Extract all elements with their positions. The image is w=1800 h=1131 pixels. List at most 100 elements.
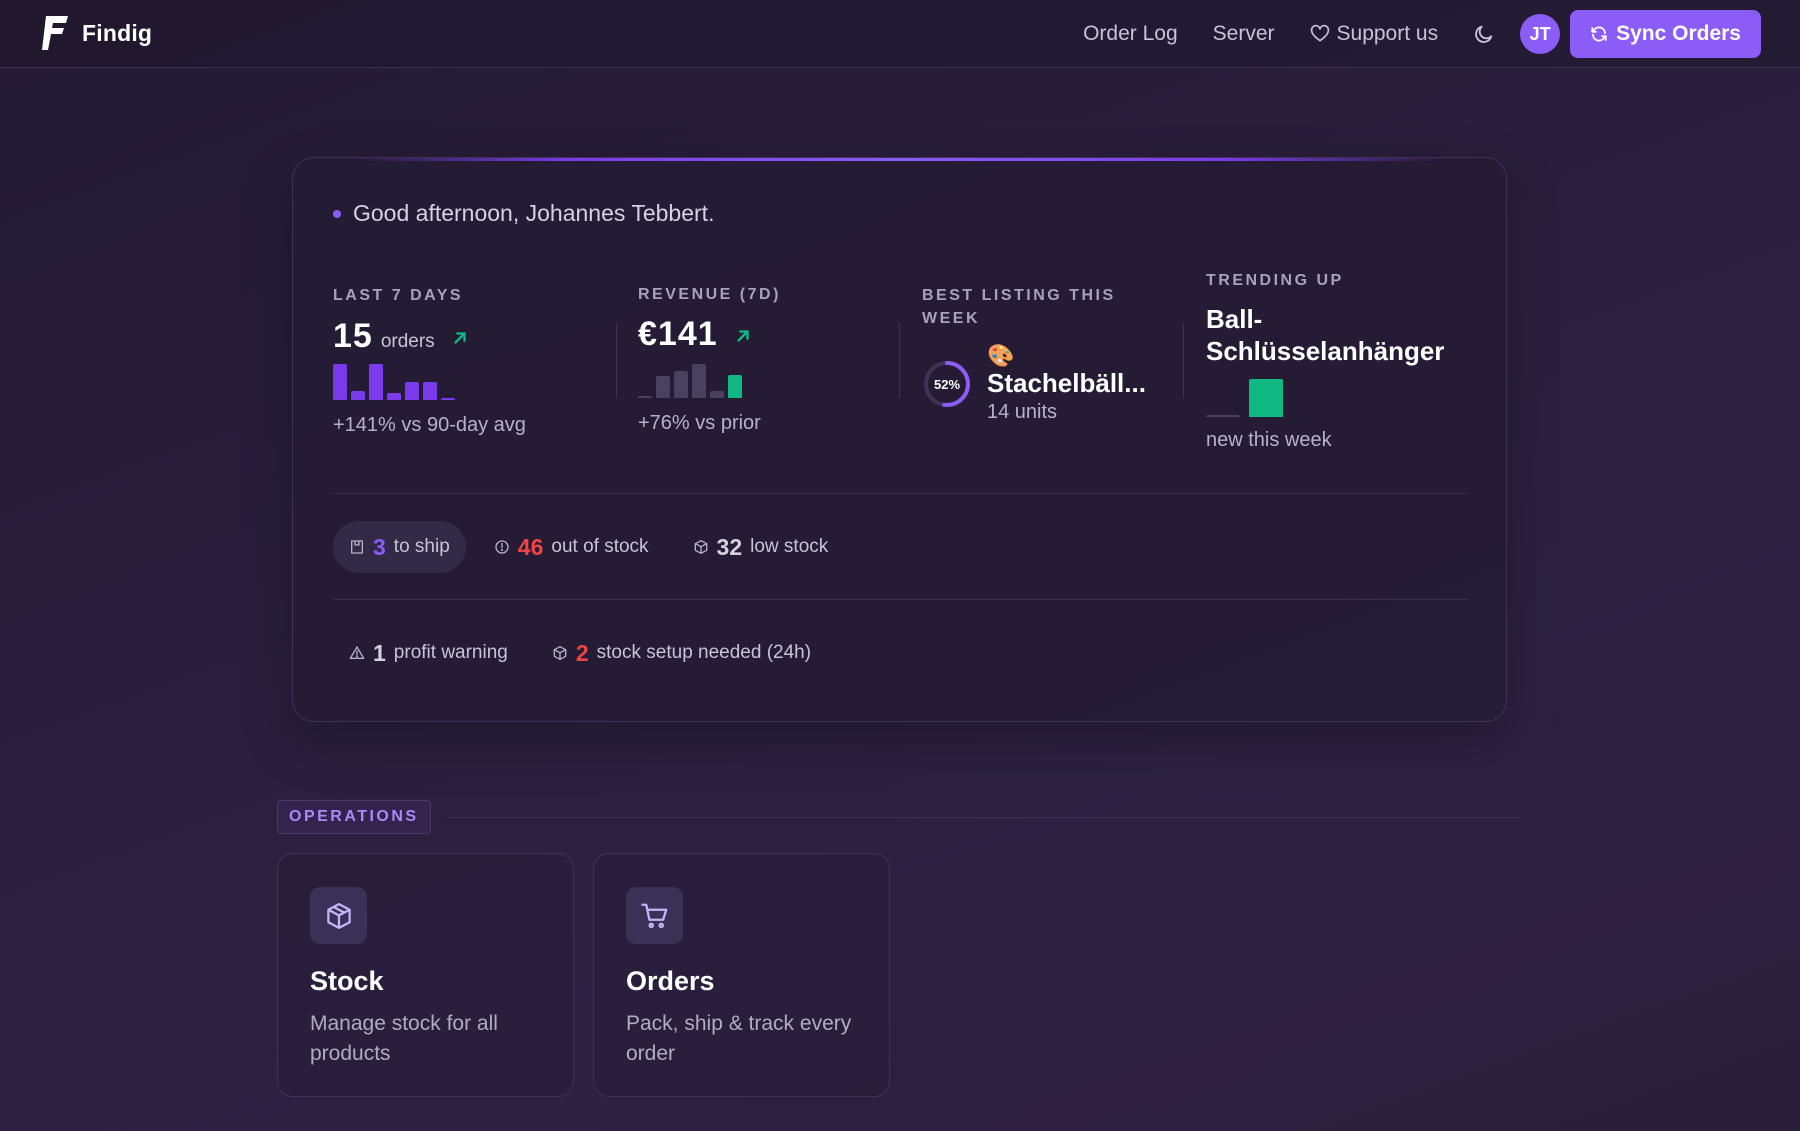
revenue-stat-label: REVENUE (7D) <box>638 286 781 303</box>
trending-title[interactable]: Ball-Schlüsselanhänger <box>1206 303 1468 367</box>
nav-links: Order Log Server Support us JT Sync Orde… <box>1048 0 1800 68</box>
cube-icon <box>310 887 367 944</box>
brand[interactable]: Findig <box>40 14 152 52</box>
orders-card-desc: Pack, ship & track every order <box>626 1012 852 1065</box>
theme-toggle-button[interactable] <box>1472 22 1496 46</box>
nav-support-link[interactable]: Support us <box>1310 22 1439 46</box>
operations-tag: OPERATIONS <box>277 800 431 834</box>
spark-bar <box>638 396 652 398</box>
spark-bar <box>441 398 455 400</box>
nav-server-link[interactable]: Server <box>1213 22 1275 46</box>
orders-count: 15 <box>333 317 373 355</box>
status-chip-label: low stock <box>750 536 829 557</box>
status-chip-count: 46 <box>517 533 544 560</box>
user-avatar[interactable]: JT <box>1520 14 1561 54</box>
trending-label: TRENDING UP <box>1206 272 1344 289</box>
status-chip-label: profit warning <box>393 642 508 663</box>
trend-up-arrow-icon <box>454 332 466 344</box>
orders-card-title: Orders <box>626 966 715 996</box>
section-divider <box>333 599 1468 600</box>
spark-bar <box>333 364 347 400</box>
stock-card[interactable]: Stock Manage stock for all products <box>277 853 574 1097</box>
orders-stat-label: LAST 7 DAYS <box>333 287 464 304</box>
orders-stat: LAST 7 DAYS 15 orders +141% vs 90-day av… <box>333 284 526 437</box>
greeting-text: Good afternoon, Johannes Tebbert. <box>353 200 715 226</box>
stock-card-desc: Manage stock for all products <box>310 1012 498 1065</box>
greeting-dot-icon <box>333 209 341 218</box>
greeting: Good afternoon, Johannes Tebbert. <box>333 200 714 227</box>
orders-value-row: 15 orders <box>333 317 526 356</box>
status-chip-count: 1 <box>373 639 386 666</box>
card-accent-line <box>353 158 1446 161</box>
box-icon <box>694 540 707 554</box>
nav-order-log-link[interactable]: Order Log <box>1083 22 1178 46</box>
spark-bar <box>423 382 437 400</box>
status-chip-label: stock setup needed (24h) <box>596 642 812 663</box>
status-chip[interactable]: 2 stock setup needed (24h) <box>536 627 827 679</box>
spark-bar <box>728 375 742 398</box>
stat-divider <box>899 323 900 398</box>
revenue-change: +76% vs prior <box>638 412 761 434</box>
best-listing-label: BEST LISTING THIS WEEK <box>922 287 1116 327</box>
spark-bar <box>351 391 365 400</box>
top-navbar: Findig Order Log Server Support us JT Sy… <box>0 0 1800 68</box>
trending-sparkline <box>1206 379 1468 417</box>
heart-icon <box>1310 24 1329 42</box>
best-listing-stat: BEST LISTING THIS WEEK 52% 🎨 Stachelbäll… <box>922 284 1152 424</box>
cart-icon <box>626 887 683 944</box>
moon-icon <box>1475 25 1493 43</box>
sync-orders-label: Sync Orders <box>1616 22 1741 45</box>
status-chip[interactable]: 1 profit warning <box>333 627 524 679</box>
sync-orders-button[interactable]: Sync Orders <box>1570 10 1761 58</box>
best-listing-info: 🎨 Stachelbäll... 14 units <box>987 344 1146 424</box>
status-chip-count: 3 <box>373 533 386 560</box>
operations-section-header: OPERATIONS <box>277 800 1522 834</box>
revenue-amount: €141 <box>638 315 718 353</box>
palette-emoji-icon: 🎨 <box>987 343 1015 368</box>
spark-bar <box>1249 379 1283 417</box>
status-chip[interactable]: 3 to ship <box>333 521 466 573</box>
package-icon <box>351 540 363 554</box>
warning-triangle-icon <box>349 646 365 659</box>
refresh-icon <box>1591 26 1607 42</box>
trending-stat: TRENDING UP Ball-Schlüsselanhänger new t… <box>1206 269 1468 452</box>
best-listing-percent: 52% <box>933 376 961 392</box>
status-chip-label: out of stock <box>551 536 649 557</box>
stock-card-title: Stock <box>310 966 384 996</box>
spark-bar <box>405 382 419 400</box>
warnings-row: 1 profit warning 2 stock setup needed (24h) <box>333 627 839 679</box>
status-chip-count: 32 <box>716 533 743 560</box>
findig-logo-icon <box>40 14 70 52</box>
revenue-sparkline <box>638 362 781 398</box>
best-listing-title[interactable]: Stachelbäll... <box>987 368 1146 399</box>
status-chip-count: 2 <box>575 639 589 666</box>
spark-bar <box>387 393 401 400</box>
stock-status-row: 3 to ship 46 out of stock 32 low stock <box>333 521 856 573</box>
spark-bar <box>674 371 688 398</box>
best-listing-units: 14 units <box>987 401 1058 423</box>
stat-divider <box>1183 323 1184 398</box>
revenue-stat: REVENUE (7D) €141 +76% vs prior <box>638 283 781 435</box>
spark-bar <box>1206 415 1240 417</box>
orders-change: +141% vs 90-day avg <box>333 414 526 436</box>
spark-bar <box>656 376 670 398</box>
spark-bar <box>710 391 724 398</box>
spark-bar <box>692 364 706 398</box>
status-chip[interactable]: 46 out of stock <box>478 521 665 573</box>
trend-up-arrow-icon <box>736 330 749 342</box>
status-chip-label: to ship <box>393 536 450 557</box>
revenue-value-row: €141 <box>638 315 781 354</box>
brand-name: Findig <box>82 19 153 46</box>
orders-card[interactable]: Orders Pack, ship & track every order <box>593 853 890 1097</box>
orders-unit: orders <box>380 331 435 352</box>
nav-support-label: Support us <box>1336 22 1439 45</box>
summary-card: Good afternoon, Johannes Tebbert. LAST 7… <box>292 157 1507 722</box>
section-divider <box>333 493 1468 494</box>
orders-sparkline <box>333 364 526 400</box>
trending-sub: new this week <box>1206 429 1332 451</box>
best-listing-row: 52% 🎨 Stachelbäll... 14 units <box>922 344 1152 424</box>
best-listing-donut: 52% <box>922 359 972 409</box>
alert-circle-icon <box>495 540 509 554</box>
status-chip[interactable]: 32 low stock <box>677 521 845 573</box>
operations-divider <box>446 816 1522 818</box>
